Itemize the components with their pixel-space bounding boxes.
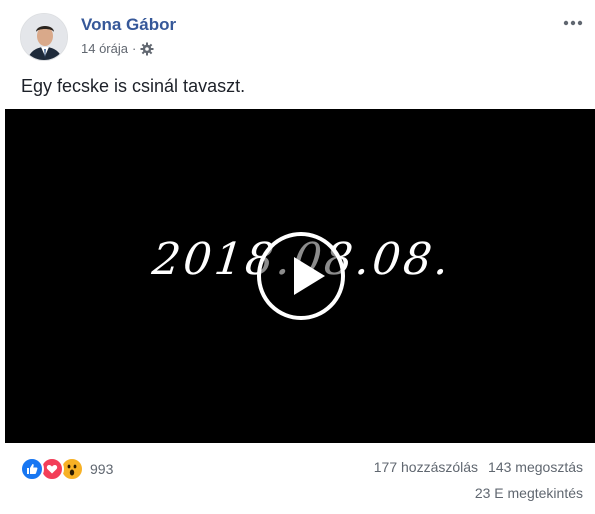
author-name[interactable]: Vona Gábor <box>81 15 176 35</box>
like-icon <box>20 457 44 481</box>
avatar[interactable] <box>20 13 68 61</box>
play-button[interactable] <box>257 232 345 320</box>
post-meta: 14 órája · <box>81 41 154 56</box>
play-icon <box>294 257 325 295</box>
comments-count[interactable]: 177 hozzászólás <box>374 459 478 475</box>
more-options-button[interactable] <box>561 13 585 33</box>
engagement-stats: 177 hozzászólás 143 megosztás <box>374 459 583 475</box>
shares-count[interactable]: 143 megosztás <box>488 459 583 475</box>
post-text: Egy fecske is csinál tavaszt. <box>21 76 246 96</box>
avatar-image <box>21 14 67 60</box>
post-header: Vona Gábor 14 órája · <box>20 13 585 65</box>
more-options-icon <box>563 20 583 26</box>
video-player[interactable]: 2018.08.08. <box>5 109 595 443</box>
meta-separator: · <box>131 41 137 56</box>
gear-icon[interactable] <box>140 42 154 56</box>
views-count: 23 E megtekintés <box>474 485 583 501</box>
post-card: Vona Gábor 14 órája · Egy fecske is csin… <box>0 0 595 514</box>
reaction-count: 993 <box>90 461 114 477</box>
reactions-summary[interactable]: 993 <box>20 457 113 481</box>
post-time[interactable]: 14 órája <box>81 41 128 56</box>
